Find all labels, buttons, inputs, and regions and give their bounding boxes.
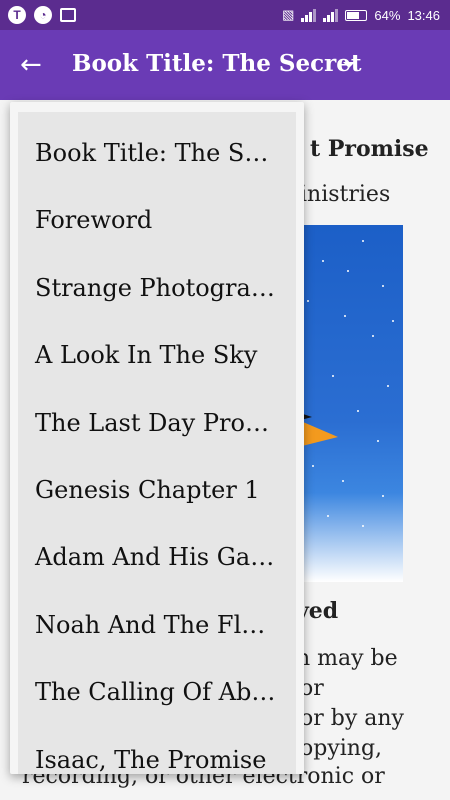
app-toolbar: ← Book Title: The Secret <box>0 30 450 100</box>
vibrate-icon: ▧ <box>282 7 295 22</box>
chapter-item[interactable]: Foreword <box>18 187 296 254</box>
page-text-line: t Promise <box>310 136 429 162</box>
signal-1-icon <box>301 8 317 22</box>
battery-percent: 64% <box>374 7 401 23</box>
chapter-item[interactable]: Genesis Chapter 1 <box>18 457 296 524</box>
chapter-item[interactable]: Noah And The Flood <box>18 592 296 659</box>
book-title-spinner[interactable]: Book Title: The Secret <box>72 50 362 77</box>
chapter-item[interactable]: Book Title: The Secret <box>18 120 296 187</box>
chapter-item[interactable]: The Calling Of Abraham <box>18 659 296 726</box>
page-text-line: inistries <box>300 182 391 207</box>
clock: 13:46 <box>407 7 440 23</box>
page-text-line: opying, <box>300 736 383 761</box>
status-bar: T ◔ ▧ 64% 13:46 <box>0 0 450 30</box>
chapter-item[interactable]: A Look In The Sky <box>18 322 296 389</box>
notification-icons: T ◔ <box>8 6 76 24</box>
battery-icon <box>345 9 368 21</box>
chapter-dropdown: Book Title: The Secret Foreword Strange … <box>10 102 304 774</box>
page-text-line: n may be <box>296 646 398 671</box>
chapter-item[interactable]: Strange Photographs <box>18 255 296 322</box>
chapter-item[interactable]: Adam And His Garden <box>18 524 296 591</box>
image-notification-icon <box>60 8 76 22</box>
app-notification-icon: T <box>8 6 26 24</box>
sync-notification-icon: ◔ <box>34 6 52 24</box>
system-icons: ▧ 64% 13:46 <box>282 7 440 23</box>
page-text-line: or by any <box>300 706 404 731</box>
arrow-left-icon[interactable]: ← <box>20 51 48 79</box>
caret-down-icon[interactable] <box>343 62 355 68</box>
signal-2-icon <box>323 8 339 22</box>
chapter-list: Book Title: The Secret Foreword Strange … <box>18 112 296 774</box>
chapter-item[interactable]: The Last Day Promise <box>18 390 296 457</box>
chapter-item[interactable]: Isaac, The Promise <box>18 727 296 774</box>
